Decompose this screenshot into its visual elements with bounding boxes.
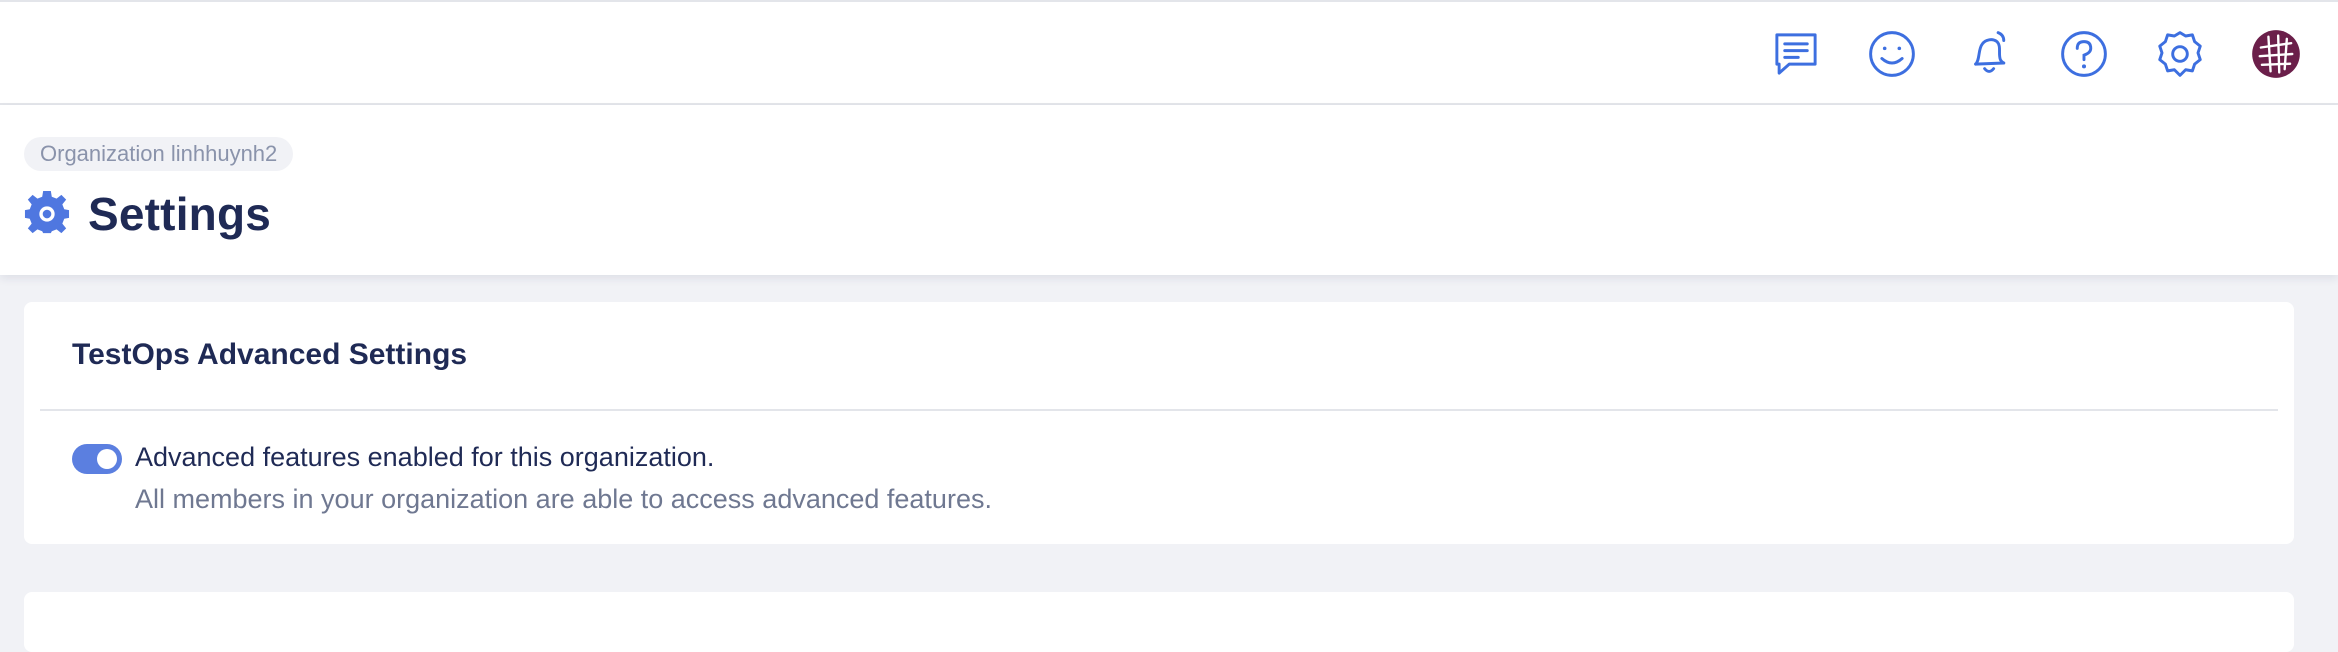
bell-icon[interactable] bbox=[1958, 24, 2018, 84]
feature-description: All members in your organization are abl… bbox=[135, 484, 992, 514]
divider bbox=[40, 409, 2278, 411]
title-row: Settings bbox=[24, 179, 271, 249]
gear-icon[interactable] bbox=[2150, 24, 2210, 84]
top-bar bbox=[0, 0, 2338, 105]
feature-label: Advanced features enabled for this organ… bbox=[135, 442, 715, 472]
chat-icon[interactable] bbox=[1766, 24, 1826, 84]
page-header: Organization linhhuynh2 Settings bbox=[0, 105, 2338, 275]
page-title: Settings bbox=[88, 188, 272, 240]
advanced-settings-card: TestOps Advanced Settings Advanced featu… bbox=[24, 302, 2294, 544]
advanced-features-toggle[interactable] bbox=[72, 444, 122, 474]
toggle-knob bbox=[97, 449, 117, 469]
gear-icon bbox=[24, 191, 70, 237]
smiley-icon[interactable] bbox=[1862, 24, 1922, 84]
top-bar-icons bbox=[1730, 24, 2306, 84]
next-card bbox=[24, 592, 2294, 652]
card-title: TestOps Advanced Settings bbox=[72, 338, 468, 371]
breadcrumb[interactable]: Organization linhhuynh2 bbox=[24, 137, 294, 171]
help-icon[interactable] bbox=[2054, 24, 2114, 84]
avatar[interactable] bbox=[2246, 24, 2306, 84]
